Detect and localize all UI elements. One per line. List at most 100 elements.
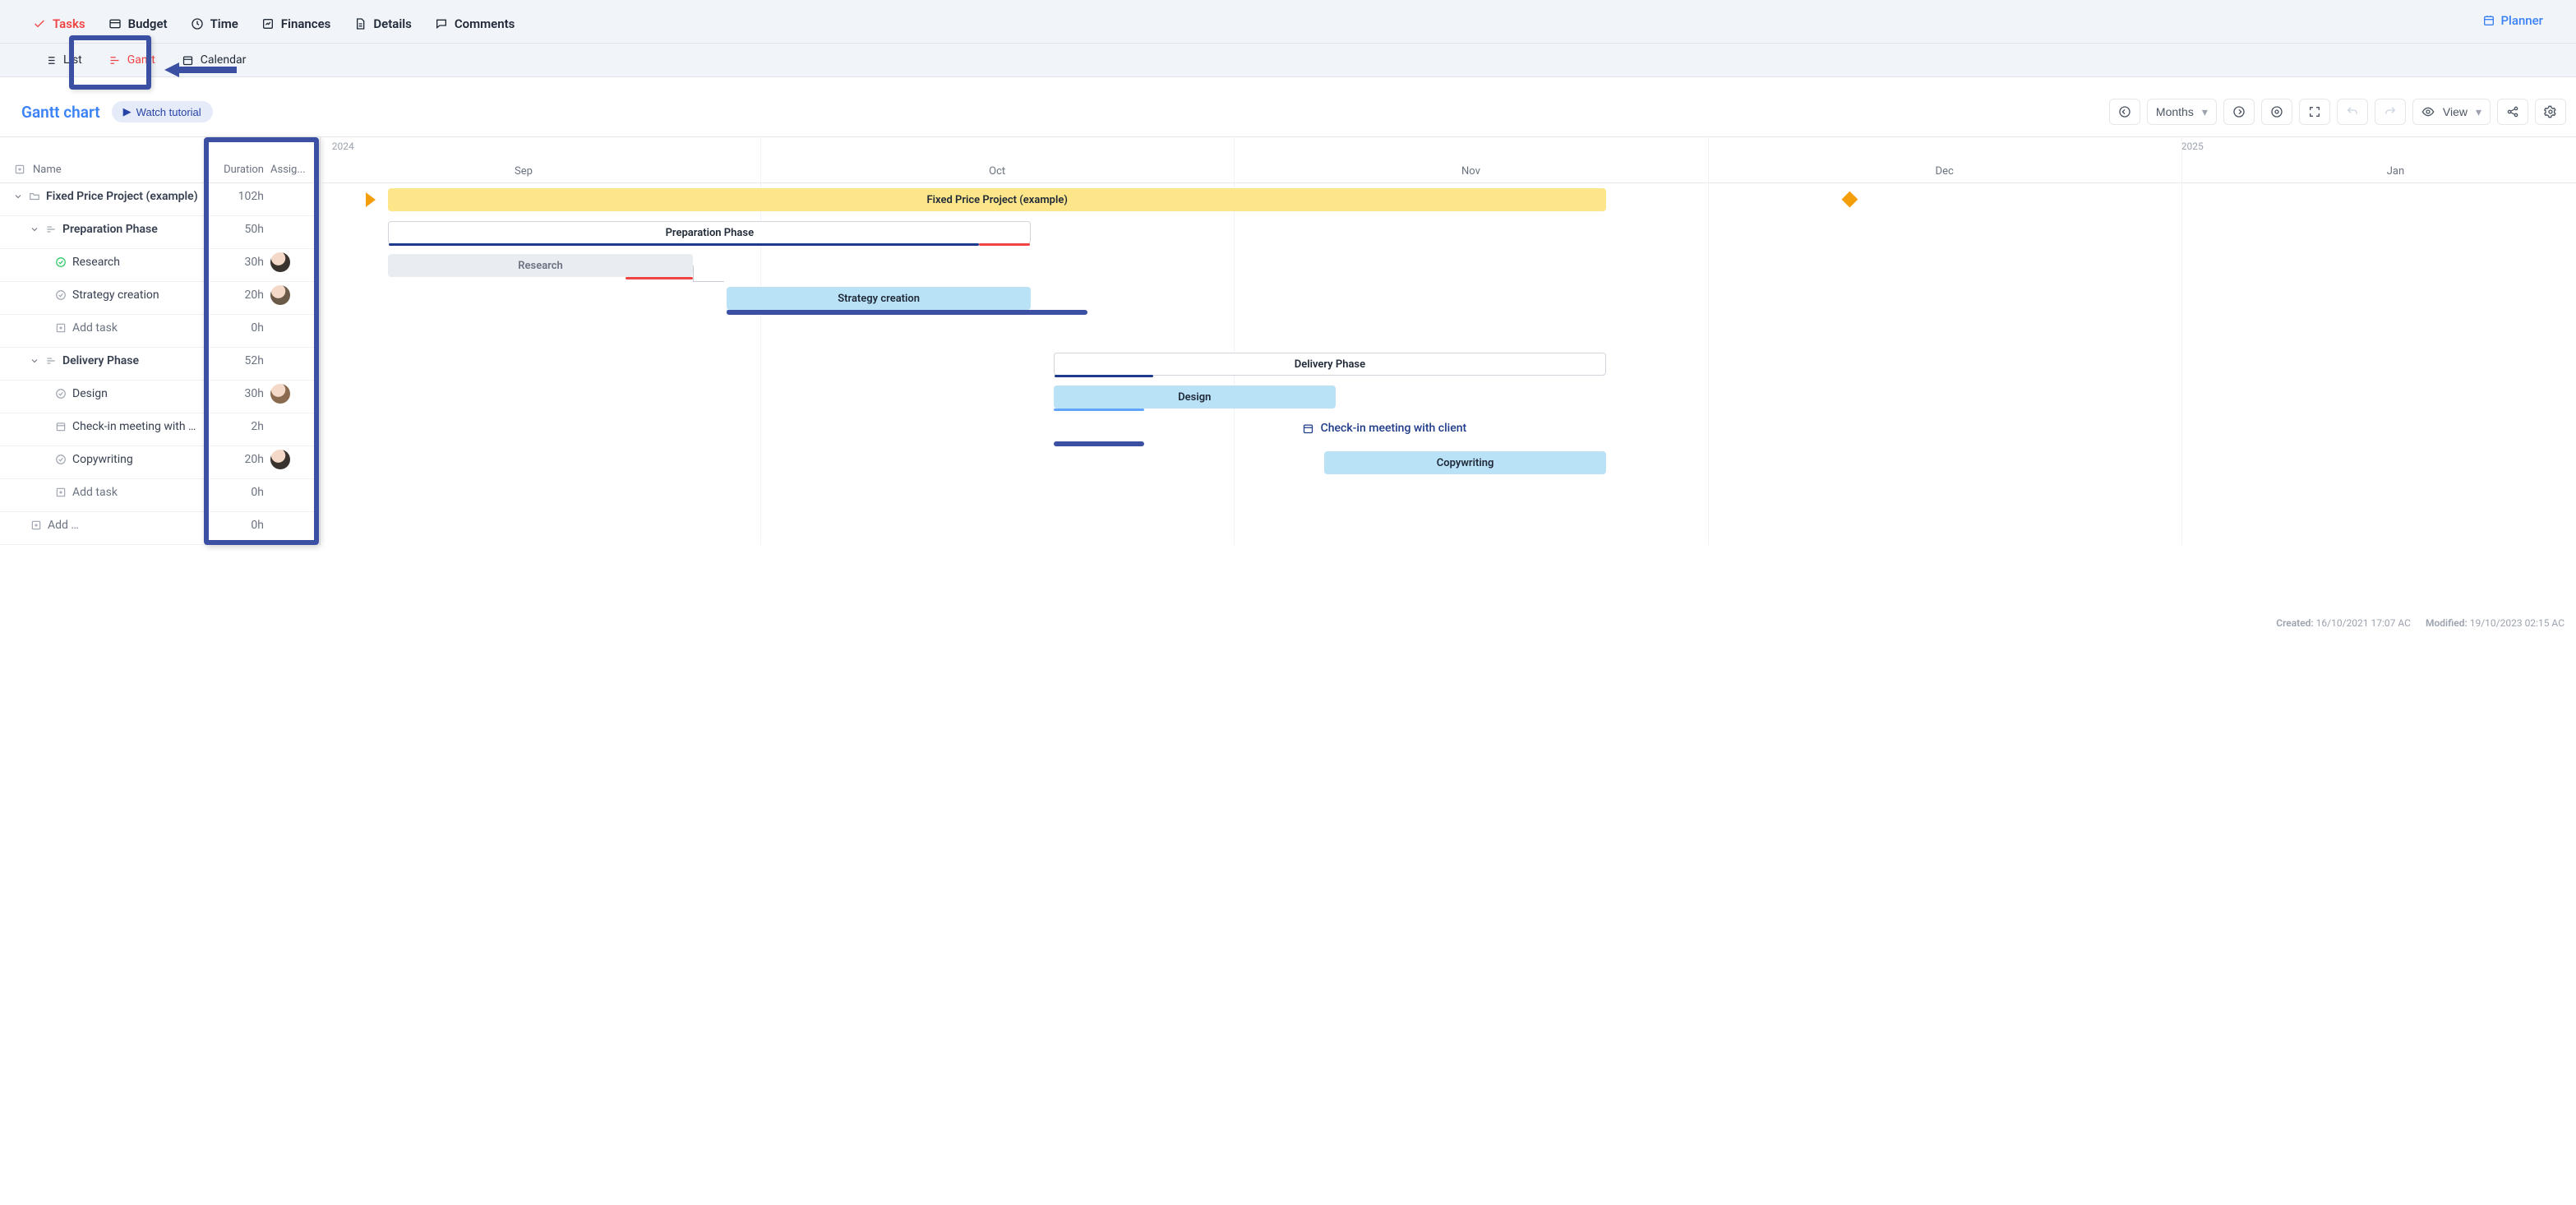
task-assignee (270, 229, 320, 236)
event-label[interactable]: Check-in meeting with client (1302, 422, 1467, 435)
chevron-down-icon[interactable] (30, 224, 39, 234)
goto-today-right-button[interactable] (2223, 99, 2255, 125)
check-icon (54, 289, 67, 302)
gantt-bar-phase2[interactable]: Delivery Phase (1054, 353, 1606, 376)
subtab-calendar[interactable]: Calendar (170, 44, 258, 76)
document-icon (353, 17, 367, 30)
watch-tutorial-button[interactable]: ▶ Watch tutorial (112, 101, 213, 122)
tab-details[interactable]: Details (353, 10, 411, 43)
gantt-bar-research[interactable]: Research (388, 254, 692, 277)
task-row-meeting[interactable]: Check-in meeting with … 2h (0, 413, 320, 446)
month-label: Dec (1936, 165, 1954, 178)
task-row-design[interactable]: Design 30h (0, 381, 320, 413)
task-row-strategy[interactable]: Strategy creation20h (0, 282, 320, 315)
play-icon: ▶ (123, 105, 132, 118)
progress-underline (1055, 375, 1154, 377)
column-header-assignee: Assig... (270, 164, 320, 182)
add-icon (30, 519, 43, 532)
project-start-marker (366, 192, 376, 207)
share-button[interactable] (2497, 99, 2528, 125)
undo-button[interactable] (2337, 99, 2368, 125)
tab-budget[interactable]: Budget (108, 10, 168, 43)
timeline-header: 20242025SepOctNovDecJan (321, 137, 2576, 183)
tab-comments[interactable]: Comments (435, 10, 515, 43)
milestone-marker[interactable] (1842, 192, 1858, 208)
task-label: Design (72, 387, 108, 400)
task-label: Delivery Phase (62, 354, 139, 367)
critical-path-button[interactable] (2261, 99, 2292, 125)
task-label: Add task (72, 486, 118, 499)
subtab-list[interactable]: List (33, 44, 94, 76)
task-list: Name Duration Assig... Fixed Price Proje… (0, 137, 321, 545)
task-label: Research (72, 256, 120, 269)
month-label: Sep (515, 165, 533, 178)
timeline[interactable]: 20242025SepOctNovDecJan Fixed Price Proj… (321, 137, 2576, 545)
gantt-bar-design[interactable]: Design (1054, 386, 1336, 409)
timeline-row: Strategy creation (321, 282, 2576, 315)
progress-underline (626, 277, 692, 279)
chevron-down-icon[interactable] (13, 192, 23, 201)
task-label: Copywriting (72, 453, 133, 466)
timeline-row (321, 315, 2576, 348)
sub-nav: List Gantt Calendar (0, 44, 2576, 77)
timeline-row (321, 479, 2576, 512)
timeline-row: Research (321, 249, 2576, 282)
month-label: Nov (1461, 165, 1480, 178)
column-header-name: Name (33, 164, 62, 176)
task-assignee (270, 492, 320, 499)
task-assignee (270, 450, 320, 476)
task-assignee (270, 328, 320, 335)
task-duration: 52h (205, 354, 270, 374)
add-icon (54, 486, 67, 499)
add-column-icon[interactable] (13, 163, 26, 176)
task-row-proj[interactable]: Fixed Price Project (example) 102h (0, 183, 320, 216)
gantt-icon (108, 54, 121, 67)
task-label: Check-in meeting with … (72, 420, 196, 433)
task-row-research[interactable]: Research30h (0, 249, 320, 282)
tab-tasks[interactable]: Tasks (33, 10, 85, 43)
view-options-button[interactable]: View ▾ (2412, 99, 2491, 125)
tab-finances[interactable]: Finances (261, 10, 331, 43)
zoom-level-select[interactable]: Months ▾ (2147, 99, 2217, 125)
task-duration: 102h (205, 190, 270, 210)
timeline-row: Fixed Price Project (example) (321, 183, 2576, 216)
phase-icon (44, 223, 58, 236)
task-label: Add … (48, 519, 79, 532)
month-label: Jan (2387, 165, 2404, 178)
planner-link[interactable]: Planner (2482, 13, 2543, 39)
chevron-down-icon[interactable] (30, 356, 39, 366)
task-assignee (270, 525, 320, 532)
gantt-bar-strategy[interactable]: Strategy creation (727, 287, 1031, 310)
gantt-bar-proj[interactable]: Fixed Price Project (example) (388, 188, 1606, 211)
avatar (270, 384, 290, 404)
progress-underline (1054, 409, 1144, 411)
task-row-add2[interactable]: Add task 0h (0, 479, 320, 512)
task-duration: 30h (205, 387, 270, 407)
comment-icon (435, 17, 448, 30)
goto-today-left-button[interactable] (2109, 99, 2140, 125)
task-duration: 0h (205, 486, 270, 506)
list-icon (44, 54, 57, 67)
gantt-bar-copy[interactable]: Copywriting (1324, 451, 1606, 474)
task-row-phase2[interactable]: Delivery Phase 52h (0, 348, 320, 381)
calendar-icon (54, 420, 67, 433)
progress-underline (389, 243, 979, 246)
task-label: Add task (72, 321, 118, 335)
tab-time[interactable]: Time (191, 10, 238, 43)
check-icon (54, 453, 67, 466)
task-duration: 2h (205, 420, 270, 440)
task-row-add3[interactable]: Add …0h (0, 512, 320, 545)
redo-button[interactable] (2375, 99, 2406, 125)
task-row-phase1[interactable]: Preparation Phase50h (0, 216, 320, 249)
settings-button[interactable] (2535, 99, 2566, 125)
task-duration: 0h (205, 321, 270, 341)
timeline-row: Copywriting (321, 446, 2576, 479)
task-label: Fixed Price Project (example) (46, 190, 198, 203)
gantt-bar-phase1[interactable]: Preparation Phase (388, 221, 1031, 244)
budget-icon (108, 17, 122, 30)
checklist-icon (33, 17, 46, 30)
fullscreen-button[interactable] (2299, 99, 2330, 125)
task-row-add1[interactable]: Add task 0h (0, 315, 320, 348)
task-row-copy[interactable]: Copywriting20h (0, 446, 320, 479)
subtab-gantt[interactable]: Gantt (97, 44, 167, 76)
